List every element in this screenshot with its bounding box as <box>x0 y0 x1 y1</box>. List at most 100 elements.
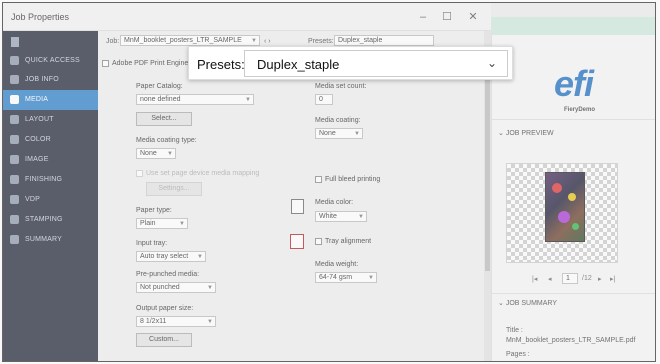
sidebar-item-vdp[interactable]: VDP <box>3 190 98 210</box>
pre-punched-label: Pre-punched media: <box>136 271 200 278</box>
adobe-pdf-label: Adobe PDF Print Engine <box>112 60 189 67</box>
media-weight-label: Media weight: <box>315 261 359 268</box>
job-preview-thumbnail <box>506 163 618 263</box>
efi-logo: efi <box>554 63 594 104</box>
tray-alignment-checkbox[interactable] <box>315 238 322 245</box>
window-title: Job Properties <box>11 12 70 22</box>
media-coating-type-label: Media coating type: <box>136 137 197 144</box>
sidebar-item-color[interactable]: COLOR <box>3 130 98 150</box>
chevron-down-icon: ▼ <box>368 275 374 281</box>
media-panel: Job: MnM_booklet_posters_LTR_SAMPLE ▼ ‹ ›… <box>98 31 491 361</box>
divider <box>492 119 655 120</box>
layout-icon <box>10 115 19 124</box>
title-value: MnM_booklet_posters_LTR_SAMPLE.pdf <box>506 337 636 344</box>
next-page-icon[interactable]: ▸ <box>598 275 602 283</box>
media-color-icon <box>291 199 304 214</box>
paper-catalog-select[interactable]: none defined ▼ <box>136 94 254 105</box>
job-summary-header[interactable]: ⌄ JOB SUMMARY <box>498 299 557 307</box>
image-icon <box>10 155 19 164</box>
media-color-select[interactable]: White ▼ <box>315 211 367 222</box>
poster-image <box>545 172 585 242</box>
chevron-down-icon: ▼ <box>207 285 213 291</box>
summary-icon <box>10 235 19 244</box>
job-label: Job: <box>106 38 120 45</box>
info-icon <box>10 75 19 84</box>
nav-arrows-icon[interactable]: ‹ › <box>264 38 271 45</box>
select-button[interactable]: Select... <box>136 112 192 126</box>
job-preview-header[interactable]: ⌄ JOB PREVIEW <box>498 129 554 137</box>
custom-button[interactable]: Custom... <box>136 333 192 347</box>
presets-select[interactable]: Duplex_staple ⌄ <box>244 50 508 77</box>
stamp-icon <box>10 215 19 224</box>
media-set-count-stepper[interactable]: 0 <box>315 94 333 105</box>
tray-alignment-icon <box>290 234 304 249</box>
input-tray-label: Input tray: <box>136 240 168 247</box>
tray-alignment-label: Tray alignment <box>325 238 372 245</box>
chevron-down-icon: ▼ <box>358 214 364 220</box>
sidebar-item-finishing[interactable]: FINISHING <box>3 170 98 190</box>
last-page-icon[interactable]: ▸| <box>610 275 615 283</box>
sidebar-item-quick-access[interactable]: QUICK ACCESS <box>3 51 98 71</box>
server-name: FieryDemo <box>564 107 596 113</box>
sidebar-item-job-info[interactable]: JOB INFO <box>3 70 98 90</box>
media-set-count-label: Media set count: <box>315 83 367 90</box>
paper-type-select[interactable]: Plain ▼ <box>136 218 188 229</box>
output-size-select[interactable]: 8 1/2x11 ▼ <box>136 316 216 327</box>
presets-callout: Presets: Duplex_staple ⌄ <box>188 46 513 80</box>
paper-catalog-label: Paper Catalog: <box>136 83 183 90</box>
adobe-pdf-checkbox[interactable] <box>102 60 109 67</box>
presets-label: Presets: <box>197 57 245 72</box>
color-icon <box>10 135 19 144</box>
chevron-down-icon: ▼ <box>245 97 251 103</box>
pages-label: Pages : <box>506 351 530 358</box>
job-select[interactable]: MnM_booklet_posters_LTR_SAMPLE ▼ <box>120 35 260 46</box>
background-app-bar <box>491 17 655 35</box>
media-coating-type-select[interactable]: None ▼ <box>136 148 176 159</box>
scrollbar-thumb[interactable] <box>485 71 490 271</box>
close-icon[interactable]: ✕ <box>463 9 483 25</box>
chevron-down-icon: ▼ <box>179 221 185 227</box>
use-mapping-checkbox[interactable] <box>136 170 143 177</box>
chevron-down-icon: ▼ <box>354 131 360 137</box>
first-page-icon[interactable]: |◂ <box>532 275 537 283</box>
media-coating-label: Media coating: <box>315 117 361 124</box>
media-weight-select[interactable]: 64-74 gsm ▼ <box>315 272 377 283</box>
vdp-icon <box>10 195 19 204</box>
preview-panel: efi FieryDemo ⌄ JOB PREVIEW |◂ ◂ 1 /12 ▸… <box>491 35 655 361</box>
input-tray-select[interactable]: Auto tray select ▼ <box>136 251 206 262</box>
maximize-icon[interactable]: ☐ <box>437 9 457 25</box>
sidebar-item-media[interactable]: MEDIA <box>3 90 98 110</box>
presets-label-small: Presets: <box>308 38 334 45</box>
full-bleed-label: Full bleed printing <box>325 176 381 183</box>
sidebar-item-summary[interactable]: SUMMARY <box>3 230 98 250</box>
page-total: /12 <box>582 275 592 282</box>
media-coating-select[interactable]: None ▼ <box>315 128 363 139</box>
pre-punched-select[interactable]: Not punched ▼ <box>136 282 216 293</box>
title-label: Title : <box>506 327 523 334</box>
sidebar-item-layout[interactable]: LAYOUT <box>3 110 98 130</box>
settings-button[interactable]: Settings... <box>146 182 202 196</box>
media-color-label: Media color: <box>315 199 354 206</box>
divider <box>492 293 655 294</box>
sidebar-item-stamping[interactable]: STAMPING <box>3 210 98 230</box>
use-mapping-label: Use set page device media mapping <box>146 170 260 177</box>
presets-select-small[interactable]: Duplex_staple <box>334 35 434 46</box>
media-icon <box>10 95 19 104</box>
scrollbar[interactable] <box>484 31 491 361</box>
minimize-icon[interactable]: – <box>413 9 433 25</box>
prev-page-icon[interactable]: ◂ <box>548 275 552 283</box>
full-bleed-checkbox[interactable] <box>315 176 322 183</box>
document-icon <box>11 37 19 47</box>
chevron-down-icon: ▼ <box>207 319 213 325</box>
sidebar: QUICK ACCESS JOB INFO MEDIA LAYOUT COLOR… <box>3 31 98 361</box>
chevron-down-icon: ⌄ <box>486 56 497 70</box>
page-input[interactable]: 1 <box>562 273 578 284</box>
chevron-down-icon: ▼ <box>251 38 257 44</box>
finishing-icon <box>10 175 19 184</box>
output-size-label: Output paper size: <box>136 305 194 312</box>
chevron-down-icon: ▼ <box>197 254 203 260</box>
paper-type-label: Paper type: <box>136 207 172 214</box>
star-icon <box>10 56 19 65</box>
sidebar-item-image[interactable]: IMAGE <box>3 150 98 170</box>
title-bar: Job Properties – ☐ ✕ <box>3 3 491 31</box>
